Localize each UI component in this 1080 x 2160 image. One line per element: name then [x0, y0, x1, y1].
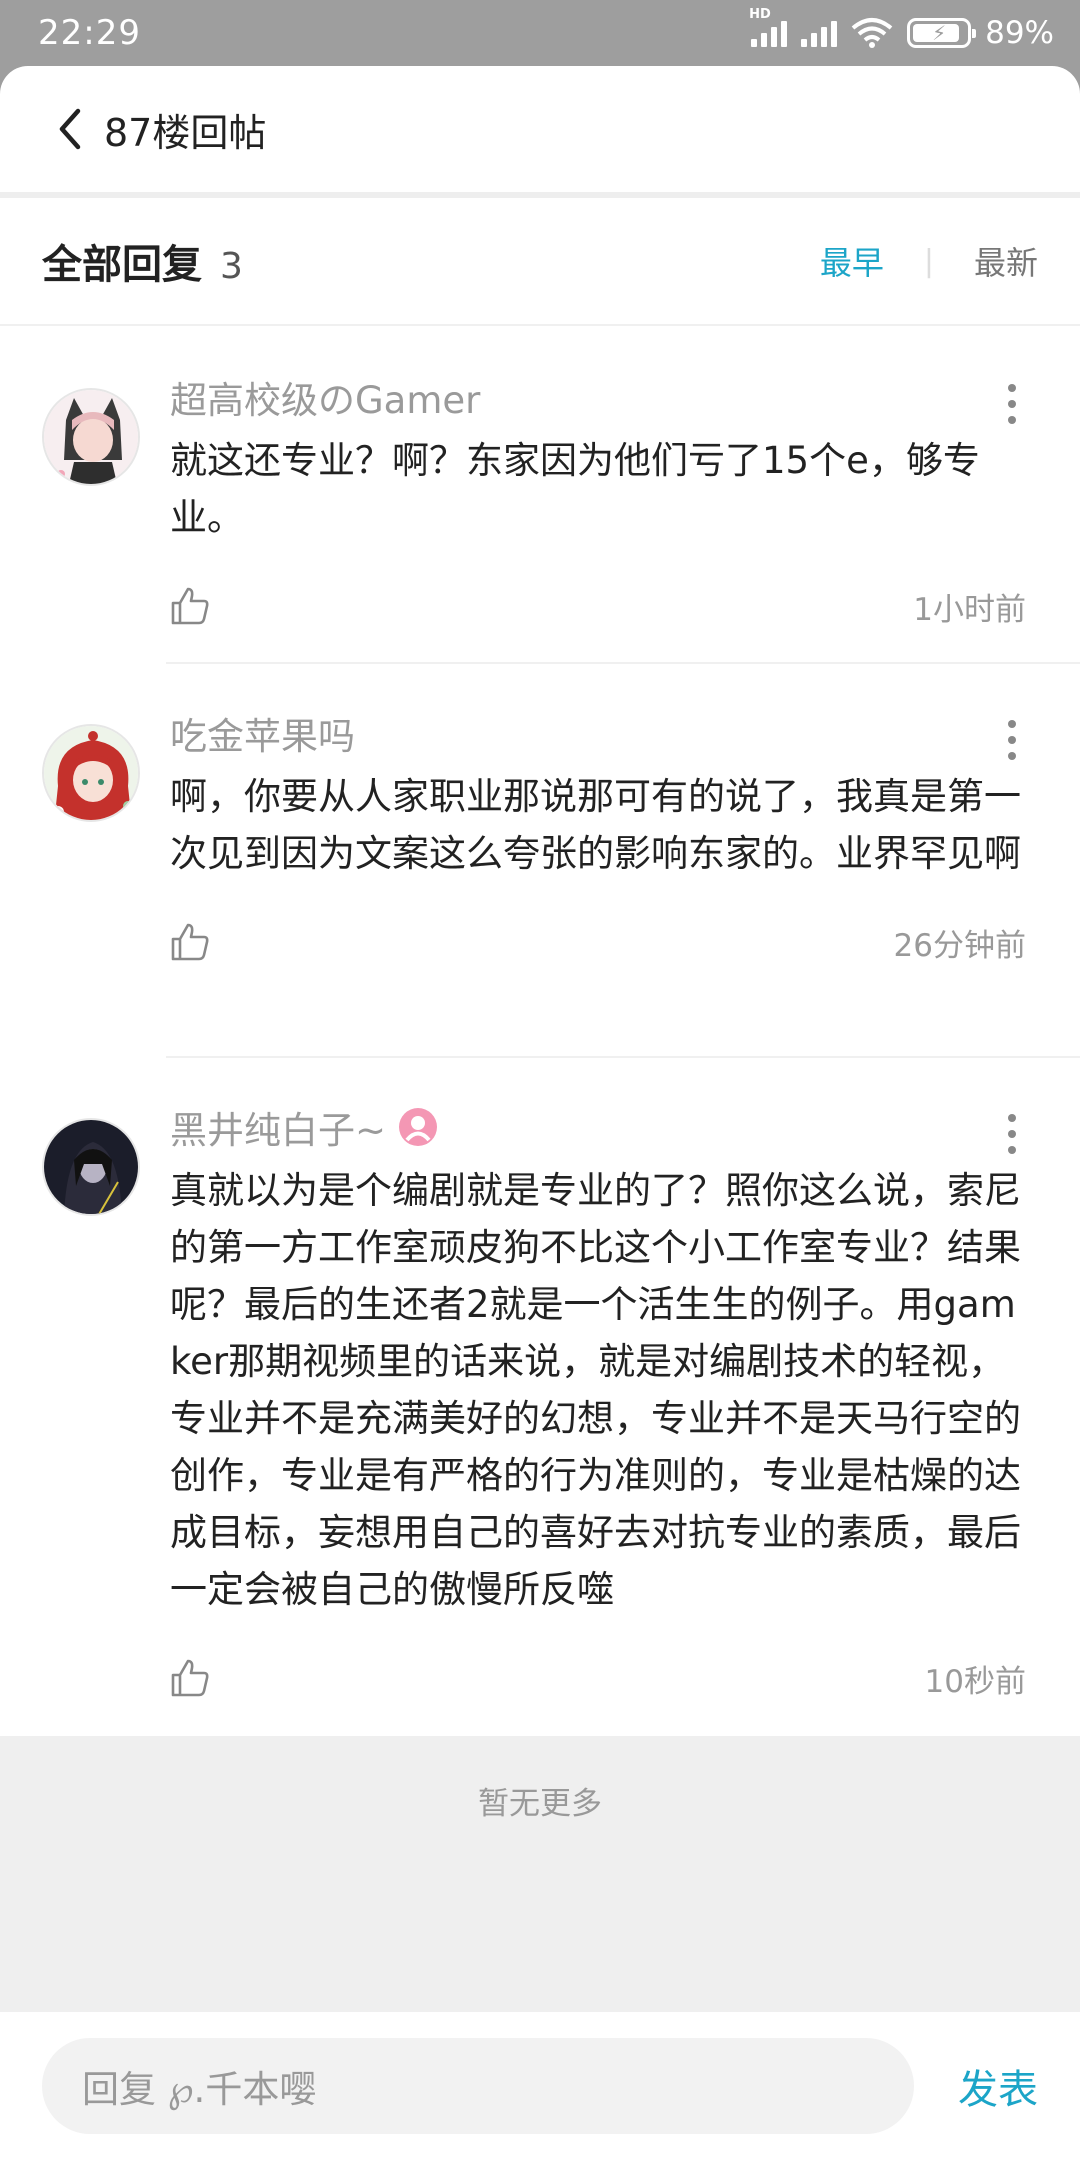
- more-options-icon[interactable]: [1006, 1112, 1018, 1156]
- thumbs-up-icon[interactable]: [170, 922, 210, 962]
- no-more-area: 暂无更多: [0, 1736, 1080, 2012]
- top-bar: 87楼回帖: [0, 66, 1080, 198]
- avatar[interactable]: [42, 388, 140, 486]
- comment-username[interactable]: 黑井纯白子~: [170, 1104, 1026, 1152]
- comment-username-text: 黑井纯白子~: [170, 1109, 387, 1152]
- signal-icon: [801, 19, 838, 47]
- thumbs-up-icon[interactable]: [170, 1658, 210, 1698]
- comment-item: 超高校级のGamer 就这还专业？啊？东家因为他们亏了15个e，够专业。 1小时…: [0, 326, 1080, 662]
- comment-text: 啊，你要从人家职业那说那可有的说了，我真是第一次见到因为文案这么夸张的影响东家的…: [170, 775, 1021, 875]
- signal-hd-icon: HD: [749, 7, 788, 47]
- more-options-icon[interactable]: [1006, 718, 1018, 762]
- status-icons: HD ⚡ 89%: [749, 7, 1054, 51]
- reply-count: 3: [220, 246, 243, 287]
- comment-item: 黑井纯白子~ 真就以为是个编剧就是专业的了？照你这么说，索尼的第一方工作室顽皮狗…: [0, 1056, 1080, 1730]
- status-time: 22:29: [38, 13, 141, 53]
- page-title: 87楼回帖: [104, 110, 267, 155]
- back-arrow-icon[interactable]: [50, 105, 90, 153]
- reply-section-title: 全部回复: [42, 242, 202, 288]
- sort-earliest-tab[interactable]: 最早: [820, 238, 884, 284]
- reply-input-placeholder: 回复 ℘.千本嘤: [82, 2068, 317, 2111]
- user-badge-icon: [399, 1108, 438, 1146]
- comment-username[interactable]: 吃金苹果吗: [170, 710, 1026, 758]
- more-options-icon[interactable]: [1006, 382, 1018, 426]
- comment-footer: 10秒前: [170, 1648, 1026, 1708]
- comment-time: 1小时前: [913, 591, 1026, 628]
- comment-text: 就这还专业？啊？东家因为他们亏了15个e，够专业。: [170, 439, 980, 539]
- wifi-icon: [851, 18, 893, 48]
- status-bar: 22:29 HD ⚡ 89%: [0, 0, 1080, 66]
- reply-section-header: 全部回复 3 最早 | 最新: [0, 198, 1080, 326]
- sort-toggle: 最早 | 最新: [820, 238, 1038, 284]
- reply-sheet: 87楼回帖 全部回复 3 最早 | 最新 超高校级のGamer 就这还专业？啊？…: [0, 66, 1080, 2160]
- reply-title-group: 全部回复 3: [42, 232, 243, 290]
- comment-text: 真就以为是个编剧就是专业的了？照你这么说，索尼的第一方工作室顽皮狗不比这个小工作…: [170, 1169, 1021, 1611]
- avatar[interactable]: [42, 724, 140, 822]
- send-button[interactable]: 发表: [958, 2057, 1038, 2115]
- comment-footer: 26分钟前: [170, 912, 1026, 972]
- thumbs-up-icon[interactable]: [170, 586, 210, 626]
- network-type-label: HD: [749, 7, 771, 22]
- comment-footer: 1小时前: [170, 576, 1026, 636]
- comment-username[interactable]: 超高校级のGamer: [170, 374, 1026, 422]
- comment-time: 26分钟前: [893, 927, 1026, 964]
- battery-icon: ⚡: [907, 18, 977, 48]
- no-more-text: 暂无更多: [478, 1786, 602, 1822]
- sort-latest-tab[interactable]: 最新: [974, 238, 1038, 284]
- reply-input[interactable]: 回复 ℘.千本嘤: [42, 2038, 914, 2134]
- avatar[interactable]: [42, 1118, 140, 1216]
- sort-divider: |: [923, 243, 934, 279]
- reply-input-bar: 回复 ℘.千本嘤 发表: [0, 2012, 1080, 2160]
- comment-time: 10秒前: [924, 1663, 1026, 1700]
- comment-item: 吃金苹果吗 啊，你要从人家职业那说那可有的说了，我真是第一次见到因为文案这么夸张…: [0, 662, 1080, 1056]
- battery-percent: 89%: [985, 15, 1054, 51]
